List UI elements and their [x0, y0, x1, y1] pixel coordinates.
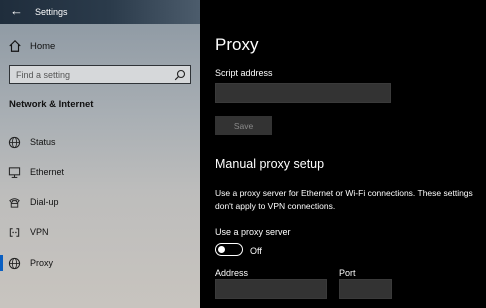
- back-arrow-icon[interactable]: ←: [10, 4, 23, 17]
- sidebar-item-ethernet[interactable]: Ethernet: [8, 164, 64, 180]
- sidebar: ← Settings Home Network & Internet Statu…: [0, 0, 200, 308]
- sidebar-item-label: Status: [30, 137, 56, 147]
- main-content: Proxy Script address Save Manual proxy s…: [200, 0, 486, 308]
- sidebar-item-home[interactable]: Home: [8, 38, 55, 54]
- globe-icon: [8, 136, 21, 148]
- toggle-state-label: Off: [250, 246, 262, 256]
- window-title: Settings: [35, 7, 68, 17]
- address-field[interactable]: [215, 279, 327, 299]
- sidebar-item-label: VPN: [30, 227, 49, 237]
- sidebar-item-dial-up[interactable]: Dial-up: [8, 194, 59, 210]
- phone-icon: [9, 197, 20, 208]
- manual-proxy-description: Use a proxy server for Ethernet or Wi-Fi…: [215, 188, 473, 211]
- search-box[interactable]: [9, 65, 191, 84]
- sidebar-item-status[interactable]: Status: [8, 134, 56, 150]
- search-input[interactable]: [16, 68, 166, 81]
- section-title: Network & Internet: [9, 99, 94, 110]
- sidebar-item-label: Ethernet: [30, 167, 65, 177]
- home-icon: [9, 39, 21, 52]
- sidebar-item-label: Dial-up: [30, 197, 59, 207]
- use-proxy-label: Use a proxy server: [215, 227, 291, 237]
- page-title: Proxy: [215, 35, 259, 54]
- sidebar-item-label: Proxy: [30, 258, 54, 268]
- monitor-icon: [8, 166, 21, 178]
- title-bar: ← Settings: [0, 0, 200, 24]
- globe-icon: [8, 257, 21, 269]
- active-indicator: [0, 255, 3, 271]
- sidebar-item-vpn[interactable]: VPN: [8, 224, 49, 240]
- toggle-knob: [218, 245, 225, 253]
- port-label: Port: [339, 268, 356, 278]
- use-proxy-toggle[interactable]: [215, 243, 243, 256]
- sidebar-item-proxy[interactable]: Proxy: [0, 255, 54, 271]
- script-address-field[interactable]: [215, 83, 391, 103]
- manual-proxy-title: Manual proxy setup: [215, 157, 325, 171]
- script-address-label: Script address: [215, 68, 273, 78]
- vpn-icon: [9, 227, 20, 237]
- port-field[interactable]: [339, 279, 392, 299]
- sidebar-item-home-label: Home: [30, 40, 56, 52]
- search-icon[interactable]: [174, 69, 186, 81]
- save-button[interactable]: Save: [215, 116, 272, 135]
- address-label: Address: [215, 268, 249, 278]
